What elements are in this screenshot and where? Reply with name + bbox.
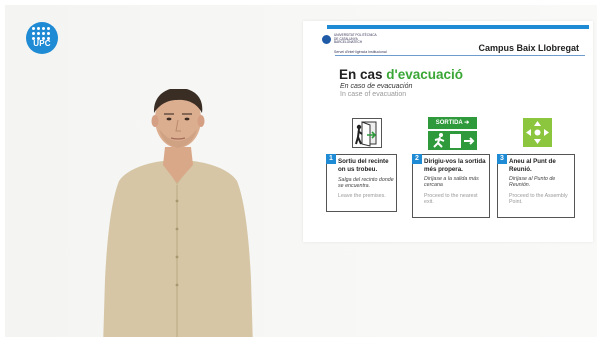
- running-man-icon: [428, 131, 477, 150]
- step-card-1: 1 Sortiu del recinte on us trobeu. Salga…: [326, 154, 397, 212]
- university-logo-icon: [322, 35, 331, 44]
- assembly-point-icon: [523, 118, 552, 147]
- video-frame: UPC UNIVERSITAT POLITÈCNICA DE CATALUNYA…: [0, 0, 603, 342]
- step-text-catalan: Aneu al Punt de Reunió.: [509, 158, 556, 173]
- step-text-spanish: Diríjase al Punto de Reunión.: [509, 176, 556, 189]
- step-number: 1: [326, 154, 336, 164]
- exit-sign-text: SORTIDA ➔: [428, 117, 477, 129]
- leave-premises-icon: [352, 118, 382, 148]
- step-text-english: Proceed to the Assembly Point.: [509, 193, 568, 206]
- step-number: 2: [412, 154, 422, 164]
- subtitle-english: In case of evacuation: [340, 91, 407, 98]
- slide-top-bar: [327, 25, 589, 29]
- slide-title: En cas d'evacuació: [339, 67, 464, 82]
- presenter-shirt: [103, 161, 253, 337]
- step-text-english: Proceed to the nearest exit.: [424, 193, 478, 206]
- unit-name: Servei d'Intel·ligència Institucional: [334, 50, 387, 54]
- step-card-3: 3 Aneu al Punt de Reunió. Diríjase al Pu…: [497, 154, 575, 218]
- step-card-2: 2 Dirigiu-vos la sortida més propera. Di…: [412, 154, 490, 218]
- step-number: 3: [497, 154, 507, 164]
- step-text-spanish: Diríjase a la salida más cercana: [424, 176, 479, 189]
- presenter: [103, 89, 253, 337]
- video-stage: UPC UNIVERSITAT POLITÈCNICA DE CATALUNYA…: [5, 5, 597, 337]
- logo-text: UPC: [33, 39, 51, 48]
- header-divider: [335, 55, 585, 56]
- exit-sign-icon: SORTIDA ➔: [428, 117, 477, 150]
- campus-name: Campus Baix Llobregat: [478, 43, 579, 53]
- subtitle-spanish: En caso de evacuación: [340, 83, 413, 90]
- step-text-english: Leave the premises.: [338, 193, 386, 199]
- university-name: UNIVERSITAT POLITÈCNICA DE CATALUNYA BAR…: [334, 33, 377, 45]
- step-text-catalan: Sortiu del recinte on us trobeu.: [338, 158, 389, 173]
- step-text-spanish: Salga del recinto donde se encuentra.: [338, 177, 394, 190]
- upc-logo: UPC: [26, 22, 58, 54]
- step-text-catalan: Dirigiu-vos la sortida més propera.: [424, 158, 486, 173]
